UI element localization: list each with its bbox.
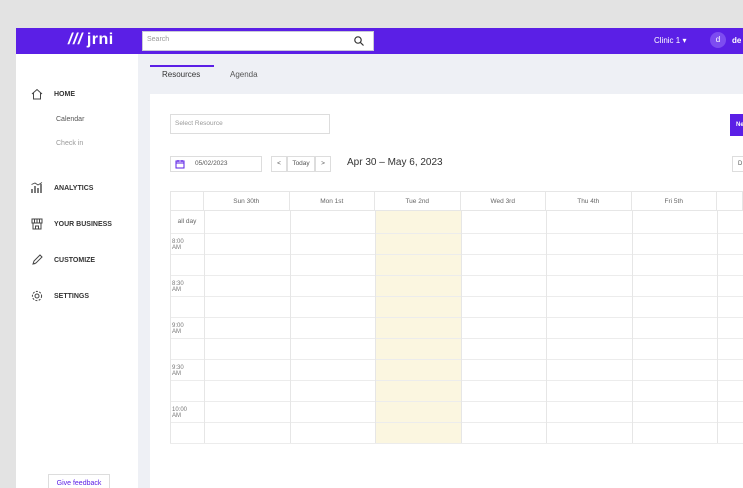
sidebar-item-home[interactable]: HOME — [30, 86, 75, 102]
grid-bottom-line — [170, 443, 743, 444]
sidebar-item-settings[interactable]: SETTINGS — [30, 288, 89, 304]
view-selector-button[interactable]: D — [732, 156, 743, 172]
search-icon[interactable] — [353, 35, 365, 47]
hour-slot-line — [170, 275, 743, 276]
prev-week-button[interactable]: < — [271, 156, 287, 172]
time-label: 8:30 AM — [172, 281, 184, 293]
tab-agenda[interactable]: Agenda — [230, 70, 258, 79]
sidebar-item-label: CUSTOMIZE — [54, 256, 96, 264]
logo-mark-icon: /// — [68, 31, 83, 48]
half-slot-line — [170, 380, 743, 381]
gear-icon — [31, 290, 43, 302]
pencil-icon — [32, 254, 43, 265]
today-button[interactable]: Today — [287, 156, 315, 172]
top-bar: ///jrni Search Clinic 1 ▾ d de — [16, 28, 743, 54]
time-label: 9:30 AM — [172, 365, 184, 377]
time-label: 10:00 AM — [172, 407, 188, 419]
day-column-line — [460, 211, 462, 443]
day-column-line — [717, 211, 718, 443]
time-label: 9:00 AM — [172, 323, 184, 335]
day-header[interactable] — [717, 191, 743, 211]
half-slot-line — [170, 422, 743, 423]
day-column-line — [170, 211, 171, 443]
search-placeholder: Search — [147, 36, 170, 43]
day-column-line — [289, 211, 291, 443]
day-header[interactable]: Wed 3rd — [460, 191, 546, 211]
search-input[interactable]: Search — [142, 31, 374, 51]
active-tab-indicator — [150, 65, 214, 67]
new-booking-button[interactable]: Ne — [730, 114, 743, 136]
date-range-title: Apr 30 – May 6, 2023 — [347, 157, 443, 168]
all-day-divider — [170, 233, 743, 234]
chevron-down-icon: ▾ — [682, 36, 687, 45]
calendar-panel: Select Resource Ne 05/02/2023 < Today > … — [150, 94, 743, 488]
sidebar-item-your-business[interactable]: YOUR BUSINESS — [30, 216, 112, 232]
sidebar-subitem-calendar[interactable]: Calendar — [56, 116, 84, 123]
gutter-header — [170, 191, 204, 211]
date-picker[interactable]: 05/02/2023 — [170, 156, 262, 172]
sidebar-subitem-checkin[interactable]: Check in — [56, 140, 83, 147]
sidebar-item-label: ANALYTICS — [54, 184, 94, 192]
day-column-line — [204, 211, 205, 443]
day-header[interactable]: Mon 1st — [289, 191, 375, 211]
main-content: Resources Agenda Select Resource Ne 05/0… — [138, 54, 743, 488]
hour-slot-line — [170, 317, 743, 318]
jrni-logo[interactable]: ///jrni — [68, 31, 114, 49]
date-value: 05/02/2023 — [195, 160, 228, 167]
logo-text: jrni — [86, 31, 114, 48]
hour-slot-line — [170, 359, 743, 360]
today-column-highlight — [375, 211, 461, 443]
home-icon — [31, 88, 43, 100]
calendar-icon — [175, 160, 185, 169]
all-day-label: all day — [177, 218, 197, 225]
day-column-line — [631, 211, 633, 443]
day-header[interactable]: Thu 4th — [546, 191, 632, 211]
user-name[interactable]: de — [732, 36, 741, 45]
clinic-label: Clinic 1 — [654, 36, 681, 45]
tab-bar: Resources Agenda — [138, 54, 743, 94]
half-slot-line — [170, 296, 743, 297]
give-feedback-button[interactable]: Give feedback — [48, 474, 110, 488]
sidebar-item-label: SETTINGS — [54, 292, 90, 300]
select-resource-input[interactable]: Select Resource — [170, 114, 330, 134]
sidebar: HOME Calendar Check in ANALYTICS YOUR BU… — [16, 54, 139, 488]
analytics-icon — [31, 182, 43, 193]
next-week-button[interactable]: > — [315, 156, 331, 172]
app-window: ///jrni Search Clinic 1 ▾ d de HOME Cale… — [16, 28, 743, 488]
half-slot-line — [170, 338, 743, 339]
date-navigation: < Today > — [271, 156, 331, 172]
half-slot-line — [170, 254, 743, 255]
tab-resources[interactable]: Resources — [162, 70, 200, 79]
hour-slot-line — [170, 401, 743, 402]
day-header[interactable]: Fri 5th — [631, 191, 717, 211]
store-icon — [31, 218, 43, 230]
sidebar-item-label: HOME — [54, 90, 75, 98]
day-column-line — [375, 211, 376, 443]
day-header[interactable]: Sun 30th — [204, 191, 290, 211]
time-label: 8:00 AM — [172, 239, 184, 251]
sidebar-item-customize[interactable]: CUSTOMIZE — [30, 252, 95, 268]
sidebar-item-label: YOUR BUSINESS — [54, 220, 112, 228]
day-column-line — [546, 211, 547, 443]
sidebar-item-analytics[interactable]: ANALYTICS — [30, 180, 93, 196]
day-header[interactable]: Tue 2nd — [375, 191, 461, 211]
clinic-selector[interactable]: Clinic 1 ▾ — [654, 36, 686, 45]
avatar[interactable]: d — [710, 32, 726, 48]
